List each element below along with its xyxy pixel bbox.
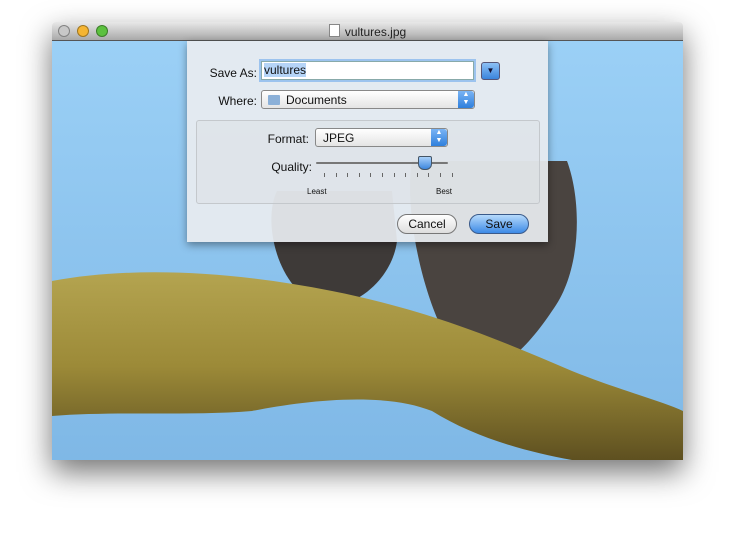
title-bar[interactable]: vultures.jpg bbox=[52, 22, 683, 41]
slider-tick bbox=[405, 173, 407, 177]
format-select[interactable]: JPEG ▲ ▼ bbox=[315, 128, 448, 147]
format-label: Format: bbox=[267, 132, 309, 146]
cancel-button[interactable]: Cancel bbox=[397, 214, 457, 234]
save-sheet: Save As: vultures ▼ Where: Documents ▲ ▼ … bbox=[187, 41, 548, 242]
quality-label: Quality: bbox=[271, 160, 312, 174]
updown-arrows-icon: ▲ ▼ bbox=[431, 129, 447, 146]
preview-window: vultures.jpg Save As: vultures ▼ Where: … bbox=[52, 22, 683, 460]
slider-tick bbox=[393, 173, 395, 177]
save-as-value: vultures bbox=[264, 63, 307, 77]
slider-tick bbox=[358, 173, 360, 177]
slider-tick bbox=[324, 173, 325, 177]
quality-slider[interactable] bbox=[316, 156, 448, 170]
quality-best-label: Best bbox=[436, 187, 453, 196]
save-button[interactable]: Save bbox=[469, 214, 529, 234]
where-label: Where: bbox=[218, 94, 257, 108]
where-select[interactable]: Documents ▲ ▼ bbox=[261, 90, 475, 109]
format-value: JPEG bbox=[323, 131, 355, 145]
save-as-label: Save As: bbox=[209, 66, 257, 80]
slider-tick bbox=[382, 173, 383, 177]
window-title: vultures.jpg bbox=[52, 24, 683, 39]
save-as-input[interactable]: vultures bbox=[261, 61, 474, 80]
jpeg-file-icon bbox=[328, 24, 340, 37]
where-value: Documents bbox=[286, 93, 347, 107]
slider-tick bbox=[370, 173, 372, 177]
slider-tick bbox=[416, 173, 418, 177]
updown-arrows-icon: ▲ ▼ bbox=[458, 91, 474, 108]
quality-least-label: Least bbox=[307, 187, 327, 196]
slider-tick bbox=[451, 173, 453, 177]
slider-tick bbox=[428, 173, 430, 177]
expand-disclosure-button[interactable]: ▼ bbox=[481, 62, 500, 80]
slider-tick bbox=[440, 173, 441, 177]
slider-thumb[interactable] bbox=[417, 156, 432, 170]
title-text: vultures.jpg bbox=[344, 25, 407, 39]
slider-tick bbox=[335, 173, 337, 177]
slider-tick bbox=[347, 173, 349, 177]
folder-icon bbox=[268, 95, 280, 105]
